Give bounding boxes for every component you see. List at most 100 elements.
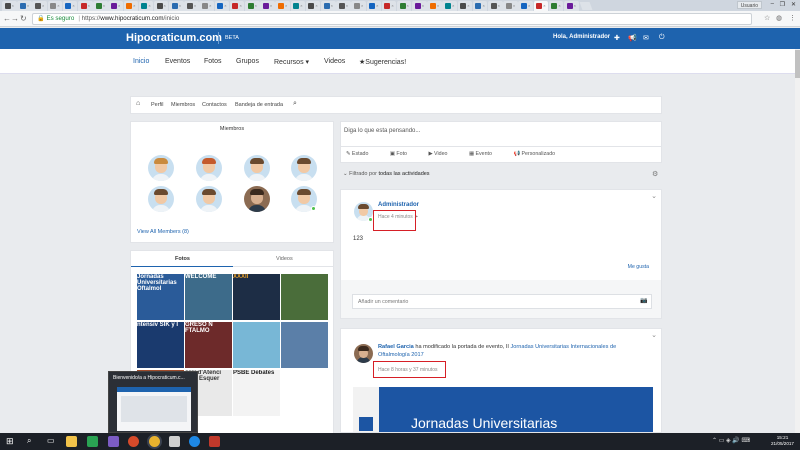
- add-user-icon[interactable]: ✚: [614, 34, 620, 42]
- new-tab-button[interactable]: [579, 2, 593, 10]
- photo-thumbnail[interactable]: GRESO N FTALMO: [185, 322, 232, 368]
- browser-user-button[interactable]: Usuario: [736, 1, 762, 9]
- photo-thumbnail[interactable]: [281, 322, 328, 368]
- tab-videos[interactable]: Videos: [276, 256, 293, 262]
- browser-tab[interactable]: ×: [396, 1, 412, 11]
- subnav-perfil[interactable]: Perfil: [151, 102, 164, 108]
- settings-icon[interactable]: ⚙: [652, 170, 658, 178]
- photo-thumbnail[interactable]: [233, 322, 280, 368]
- store-icon[interactable]: [87, 436, 98, 447]
- close-window-icon[interactable]: ✕: [791, 1, 796, 8]
- windows-start-icon[interactable]: ⊞: [6, 436, 14, 447]
- camera-icon[interactable]: 📷: [640, 297, 647, 304]
- tab-close-icon[interactable]: ×: [482, 4, 484, 8]
- app-icon[interactable]: [128, 436, 139, 447]
- menu-icon[interactable]: ⋮: [789, 14, 796, 22]
- tab-close-icon[interactable]: ×: [422, 4, 424, 8]
- tab-close-icon[interactable]: ×: [224, 4, 226, 8]
- mail-icon[interactable]: ✉: [643, 34, 649, 42]
- tab-close-icon[interactable]: ×: [467, 4, 469, 8]
- post-author[interactable]: Administrador: [378, 202, 419, 208]
- tab-close-icon[interactable]: ×: [285, 4, 287, 8]
- file-explorer-icon[interactable]: [66, 436, 77, 447]
- tab-close-icon[interactable]: ×: [315, 4, 317, 8]
- scrollbar-thumb[interactable]: [795, 50, 800, 78]
- browser-tab[interactable]: ×: [488, 1, 503, 11]
- member-avatar[interactable]: [196, 186, 222, 212]
- app-icon[interactable]: [169, 436, 180, 447]
- tab-close-icon[interactable]: ×: [12, 4, 14, 8]
- browser-tab[interactable]: ×: [93, 1, 108, 11]
- browser-tab[interactable]: ×: [214, 1, 230, 11]
- browser-tab[interactable]: ×: [260, 1, 275, 11]
- tab-close-icon[interactable]: ×: [88, 4, 90, 8]
- browser-tab[interactable]: ×: [503, 1, 518, 11]
- member-avatar[interactable]: [196, 155, 222, 181]
- photo-thumbnail[interactable]: [281, 274, 328, 320]
- tab-close-icon[interactable]: ×: [194, 4, 196, 8]
- tab-close-icon[interactable]: ×: [376, 4, 378, 8]
- tab-close-icon[interactable]: ×: [574, 4, 576, 8]
- forward-icon[interactable]: →: [11, 14, 19, 23]
- subnav-miembros[interactable]: Miembros: [171, 102, 195, 108]
- browser-tab[interactable]: ×: [305, 1, 321, 11]
- browser-tab[interactable]: ×: [518, 1, 533, 11]
- subnav-bandeja[interactable]: Bandeja de entrada: [235, 102, 283, 108]
- browser-tab[interactable]: ×: [153, 1, 169, 11]
- browser-tab[interactable]: ×: [563, 1, 579, 11]
- browser-tab[interactable]: ×: [32, 1, 47, 11]
- browser-tab[interactable]: ×: [472, 1, 488, 11]
- tab-close-icon[interactable]: ×: [148, 4, 150, 8]
- back-icon[interactable]: ←: [3, 14, 11, 23]
- nav-fotos[interactable]: Fotos: [204, 58, 222, 65]
- reload-icon[interactable]: ↻: [20, 14, 27, 23]
- browser-tab[interactable]: ×: [229, 1, 245, 11]
- tab-close-icon[interactable]: ×: [528, 4, 530, 8]
- activity-filter[interactable]: ⌄ Filtrado por todas las actividades: [343, 171, 430, 177]
- browser-tab[interactable]: ×: [169, 1, 184, 11]
- browser-tab[interactable]: ×: [245, 1, 260, 11]
- photo-thumbnail[interactable]: ntensiv SIK y I: [137, 322, 184, 368]
- status-input[interactable]: Diga lo que esta pensando...: [344, 128, 420, 134]
- post-author[interactable]: Rafael Garcia: [378, 344, 414, 350]
- subnav-contactos[interactable]: Contactos: [202, 102, 227, 108]
- tab-close-icon[interactable]: ×: [513, 4, 515, 8]
- browser-tab[interactable]: ×: [62, 1, 78, 11]
- photo-thumbnail[interactable]: Jornadas Universitarias Oftalmol: [137, 274, 184, 320]
- tab-close-icon[interactable]: ×: [558, 4, 560, 8]
- taskbar-preview[interactable]: Bienvenido/a a Hipocraticum.c...: [108, 371, 198, 433]
- tab-close-icon[interactable]: ×: [27, 4, 29, 8]
- minimize-icon[interactable]: –: [771, 1, 774, 7]
- tab-close-icon[interactable]: ×: [300, 4, 302, 8]
- app-icon[interactable]: [108, 436, 119, 447]
- search-icon[interactable]: ⌕: [293, 100, 297, 108]
- member-avatar[interactable]: [291, 155, 317, 181]
- tab-close-icon[interactable]: ×: [133, 4, 135, 8]
- user-greeting[interactable]: Hola, Administrador: [553, 34, 610, 40]
- action-personalizado[interactable]: 📢 Personalizado: [513, 151, 565, 157]
- nav-videos[interactable]: Videos: [324, 58, 345, 65]
- browser-tab[interactable]: ×: [138, 1, 154, 11]
- site-logo[interactable]: Hipocraticum.com: [126, 32, 222, 44]
- like-button[interactable]: Me gusta: [628, 264, 649, 270]
- action-estado[interactable]: ✎ Estado: [346, 151, 378, 157]
- tab-close-icon[interactable]: ×: [391, 4, 393, 8]
- tab-close-icon[interactable]: ×: [255, 4, 257, 8]
- browser-tab[interactable]: ×: [366, 1, 382, 11]
- tab-fotos[interactable]: Fotos: [175, 256, 190, 262]
- browser-tab[interactable]: ×: [275, 1, 290, 11]
- browser-tab[interactable]: ×: [320, 1, 336, 11]
- star-icon[interactable]: ☆: [764, 14, 770, 22]
- action-video[interactable]: ▶ Video: [428, 151, 457, 157]
- chrome-icon[interactable]: [149, 436, 160, 447]
- browser-tab[interactable]: ×: [123, 1, 139, 11]
- browser-tab[interactable]: ×: [77, 1, 93, 11]
- tab-close-icon[interactable]: ×: [543, 4, 545, 8]
- photo-thumbnail[interactable]: [281, 370, 328, 416]
- photo-thumbnail[interactable]: WELCOME: [185, 274, 232, 320]
- extension-icon[interactable]: ◍: [776, 14, 782, 22]
- nav-eventos[interactable]: Eventos: [165, 58, 190, 65]
- post-options-icon[interactable]: ⌄: [651, 331, 657, 339]
- tab-close-icon[interactable]: ×: [72, 4, 74, 8]
- browser-tab[interactable]: ×: [533, 1, 549, 11]
